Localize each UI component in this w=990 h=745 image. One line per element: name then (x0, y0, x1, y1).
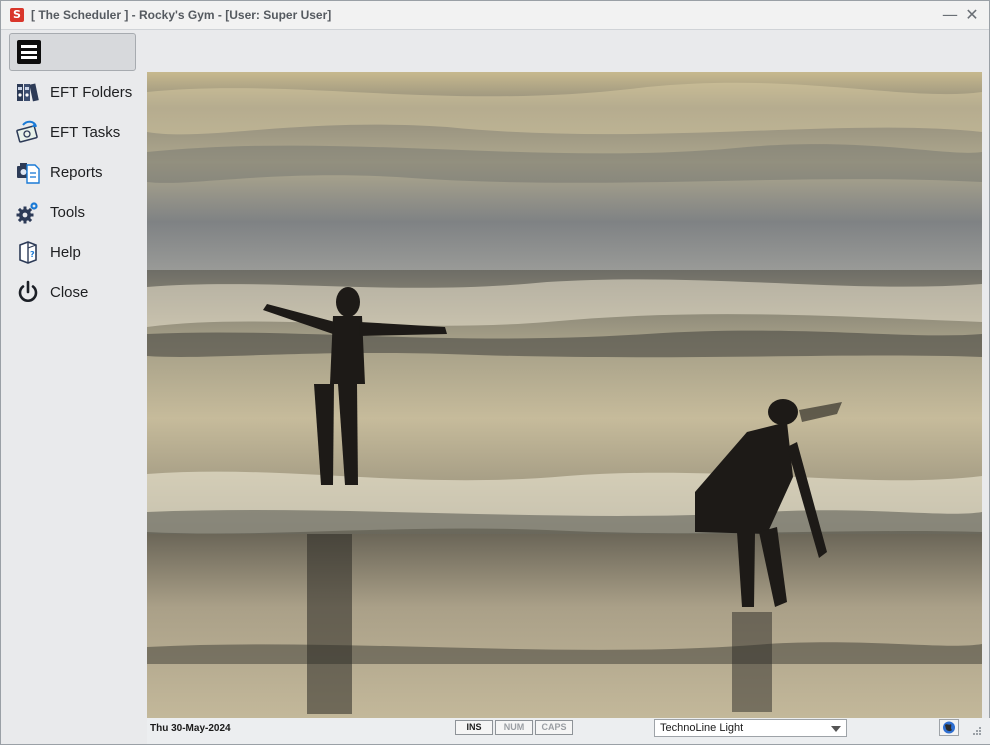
status-date: Thu 30-May-2024 (150, 723, 231, 734)
globe-icon (943, 721, 955, 734)
sidebar-item-eft-tasks[interactable]: EFT Tasks (9, 116, 139, 148)
sidebar-item-label: Close (50, 283, 89, 301)
sidebar-item-close[interactable]: Close (9, 276, 139, 308)
close-window-button[interactable]: ✕ (963, 6, 981, 24)
help-book-icon: ? (15, 239, 41, 265)
resize-grip-icon[interactable] (970, 726, 982, 736)
sidebar: EFT Folders EFT Tasks Reports Tools ? He… (1, 30, 147, 718)
app-window: S [ The Scheduler ] - Rocky's Gym - [Use… (0, 0, 990, 745)
theme-select[interactable]: TechnoLine Light (654, 719, 847, 737)
sidebar-item-label: EFT Tasks (50, 123, 121, 141)
power-icon (15, 279, 41, 305)
sidebar-item-label: Tools (50, 203, 86, 221)
app-icon: S (10, 8, 24, 22)
ins-indicator: INS (455, 720, 493, 735)
title-bar[interactable]: S [ The Scheduler ] - Rocky's Gym - [Use… (1, 1, 989, 30)
sidebar-item-label: EFT Folders (50, 83, 133, 101)
minimize-button[interactable]: — (941, 6, 959, 24)
svg-text:?: ? (30, 250, 35, 259)
num-indicator: NUM (495, 720, 533, 735)
window-title: [ The Scheduler ] - Rocky's Gym - [User:… (31, 8, 332, 22)
background-photo (147, 72, 982, 718)
chevron-down-icon (831, 726, 841, 732)
reports-icon (15, 159, 41, 185)
sidebar-item-tools[interactable]: Tools (9, 196, 139, 228)
theme-select-value: TechnoLine Light (660, 722, 744, 734)
menu-toggle-button[interactable] (9, 33, 136, 71)
globe-button[interactable] (939, 719, 959, 736)
sidebar-item-help[interactable]: ? Help (9, 236, 139, 268)
status-bar: Thu 30-May-2024 INS NUM CAPS TechnoLine … (147, 718, 990, 744)
caps-indicator: CAPS (535, 720, 573, 735)
sidebar-item-eft-folders[interactable]: EFT Folders (9, 76, 139, 108)
sidebar-item-label: Help (50, 243, 81, 261)
hamburger-icon (17, 40, 41, 64)
binders-icon (15, 79, 41, 105)
money-task-icon (15, 119, 41, 145)
sidebar-item-label: Reports (50, 163, 103, 181)
gears-icon (15, 199, 41, 225)
sidebar-item-reports[interactable]: Reports (9, 156, 139, 188)
